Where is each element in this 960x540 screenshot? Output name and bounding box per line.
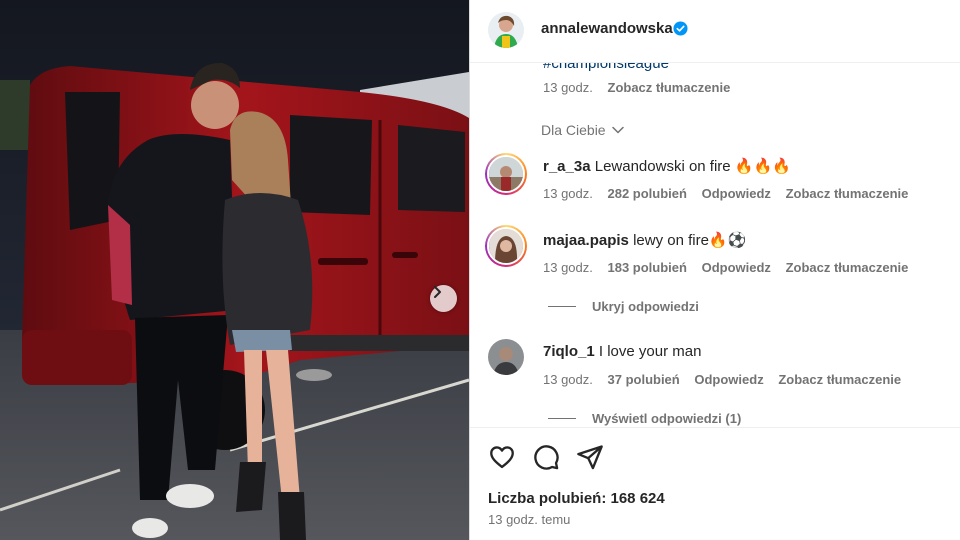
comment-time: 13 godz. bbox=[543, 186, 593, 201]
post-image bbox=[0, 0, 469, 540]
commenter-avatar[interactable] bbox=[488, 339, 524, 375]
chevron-down-icon bbox=[611, 126, 624, 134]
commenter-username[interactable]: majaa.papis bbox=[543, 232, 629, 249]
comment-meta: 13 godz. 183 polubień Odpowiedz Zobacz t… bbox=[543, 260, 919, 275]
caption-time: 13 godz. bbox=[543, 80, 593, 95]
caption-translate-link[interactable]: Zobacz tłumaczenie bbox=[608, 80, 731, 95]
post-timestamp: 13 godz. temu bbox=[488, 512, 571, 527]
hide-replies-button[interactable]: Ukryj odpowiedzi bbox=[548, 299, 699, 314]
commenter-avatar[interactable] bbox=[485, 225, 527, 267]
caption-hashtag[interactable]: #championsleague bbox=[543, 63, 669, 72]
comment-meta: 13 godz. 37 polubień Odpowiedz Zobacz tł… bbox=[543, 372, 912, 387]
chevron-right-icon bbox=[434, 286, 441, 298]
comment-time: 13 godz. bbox=[543, 372, 593, 387]
caption-meta: 13 godz. Zobacz tłumaczenie bbox=[543, 80, 741, 95]
likes-count[interactable]: Liczba polubień: 168 624 bbox=[488, 490, 665, 507]
replies-divider bbox=[548, 306, 576, 307]
comment-filter-dropdown[interactable]: Dla Ciebie bbox=[541, 122, 624, 138]
post-photo[interactable] bbox=[0, 0, 469, 540]
avatar[interactable] bbox=[488, 12, 524, 48]
view-replies-button[interactable]: Wyświetl odpowiedzi (1) bbox=[548, 411, 741, 426]
post-author-username[interactable]: annalewandowska bbox=[541, 20, 673, 37]
comment-text: 7iqlo_1 I love your man bbox=[543, 343, 701, 360]
post-actions: Liczba polubień: 168 624 13 godz. temu bbox=[470, 427, 960, 540]
comment-body: lewy on fire🔥⚽ bbox=[633, 232, 747, 249]
comment-likes[interactable]: 183 polubień bbox=[608, 260, 687, 275]
next-photo-button[interactable] bbox=[430, 285, 457, 312]
replies-toggle-label: Wyświetl odpowiedzi (1) bbox=[592, 411, 742, 426]
comment-time: 13 godz. bbox=[543, 260, 593, 275]
commenter-avatar[interactable] bbox=[485, 153, 527, 195]
comment-meta: 13 godz. 282 polubień Odpowiedz Zobacz t… bbox=[543, 186, 919, 201]
comment-text: majaa.papis lewy on fire🔥⚽ bbox=[543, 231, 746, 249]
translate-link[interactable]: Zobacz tłumaczenie bbox=[786, 260, 909, 275]
share-icon[interactable] bbox=[576, 443, 604, 471]
commenter-username[interactable]: r_a_3a bbox=[543, 158, 591, 175]
heart-icon[interactable] bbox=[488, 443, 516, 471]
comment-body: I love your man bbox=[598, 343, 702, 360]
comment-filter-label: Dla Ciebie bbox=[541, 122, 606, 138]
post-header: annalewandowska bbox=[470, 0, 960, 63]
comment-text: r_a_3a Lewandowski on fire 🔥🔥🔥 bbox=[543, 157, 791, 175]
replies-divider bbox=[548, 418, 576, 419]
comment-likes[interactable]: 37 polubień bbox=[608, 372, 680, 387]
translate-link[interactable]: Zobacz tłumaczenie bbox=[778, 372, 901, 387]
comment-body: Lewandowski on fire 🔥🔥🔥 bbox=[594, 158, 791, 175]
verified-badge-icon bbox=[673, 21, 688, 36]
comment-likes[interactable]: 282 polubień bbox=[608, 186, 687, 201]
post-details-panel: annalewandowska #championsleague 13 godz… bbox=[469, 0, 960, 540]
translate-link[interactable]: Zobacz tłumaczenie bbox=[786, 186, 909, 201]
comment-icon[interactable] bbox=[532, 443, 560, 471]
commenter-username[interactable]: 7iqlo_1 bbox=[543, 343, 595, 360]
reply-button[interactable]: Odpowiedz bbox=[702, 186, 771, 201]
replies-toggle-label: Ukryj odpowiedzi bbox=[592, 299, 699, 314]
comments-list[interactable]: #championsleague 13 godz. Zobacz tłumacz… bbox=[470, 63, 960, 427]
reply-button[interactable]: Odpowiedz bbox=[694, 372, 763, 387]
reply-button[interactable]: Odpowiedz bbox=[702, 260, 771, 275]
